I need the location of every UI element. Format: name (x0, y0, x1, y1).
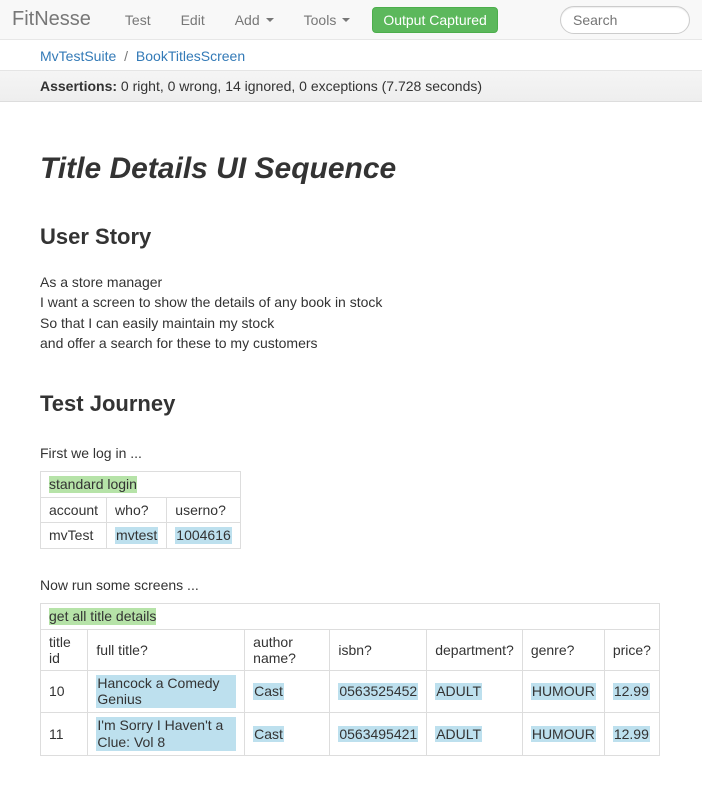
story-line: So that I can easily maintain my stock (40, 315, 274, 331)
col-header: title id (41, 629, 88, 670)
result-value: Cast (253, 726, 284, 743)
result-value: 0563495421 (338, 726, 418, 743)
col-header: userno? (167, 497, 241, 522)
assertions-text: 0 right, 0 wrong, 14 ignored, 0 exceptio… (121, 78, 482, 94)
nav-test[interactable]: Test (111, 2, 165, 38)
cell-userno: 1004616 (167, 522, 241, 548)
result-value: 0563525452 (338, 683, 418, 700)
fixture-cell: standard login (41, 472, 241, 498)
breadcrumb: MvTestSuite / BookTitlesScreen (0, 40, 702, 70)
col-header: author name? (245, 629, 330, 670)
result-value: 12.99 (613, 683, 650, 700)
nav-label: Test (125, 12, 151, 28)
top-navbar: FitNesse Test Edit Add Tools Output Capt… (0, 0, 702, 40)
result-value: ADULT (435, 726, 482, 743)
result-value: I'm Sorry I Haven't a Clue: Vol 8 (96, 717, 236, 751)
col-header: price? (604, 629, 659, 670)
assertions-label: Assertions: (40, 78, 117, 94)
result-value: Cast (253, 683, 284, 700)
cell-author: Cast (245, 713, 330, 756)
user-story-heading: User Story (40, 224, 662, 250)
col-header: department? (427, 629, 523, 670)
search-wrap (560, 6, 690, 34)
cell-id: 11 (41, 713, 88, 756)
search-input[interactable] (560, 6, 690, 34)
cell-account: mvTest (41, 522, 107, 548)
breadcrumb-separator: / (124, 48, 128, 64)
nav-edit[interactable]: Edit (167, 2, 219, 38)
result-value: ADULT (435, 683, 482, 700)
login-intro: First we log in ... (40, 445, 662, 461)
cell-author: Cast (245, 670, 330, 713)
story-line: I want a screen to show the details of a… (40, 294, 382, 310)
result-value: Hancock a Comedy Genius (96, 675, 236, 709)
table-row: mvTest mvtest 1004616 (41, 522, 241, 548)
result-value: 12.99 (613, 726, 650, 743)
fixture-name: get all title details (49, 608, 156, 625)
assertions-bar: Assertions: 0 right, 0 wrong, 14 ignored… (0, 70, 702, 102)
page-content: Title Details UI Sequence User Story As … (0, 102, 702, 796)
cell-who: mvtest (107, 522, 167, 548)
col-header: isbn? (330, 629, 427, 670)
nav-label: Edit (181, 12, 205, 28)
story-line: and offer a search for these to my custo… (40, 335, 318, 351)
cell-title: I'm Sorry I Haven't a Clue: Vol 8 (88, 713, 245, 756)
story-line: As a store manager (40, 274, 162, 290)
output-captured-button[interactable]: Output Captured (372, 7, 498, 33)
result-value: mvtest (115, 527, 158, 544)
col-header: who? (107, 497, 167, 522)
nav-add[interactable]: Add (221, 2, 288, 38)
cell-isbn: 0563525452 (330, 670, 427, 713)
nav-label: Tools (304, 12, 337, 28)
test-journey-heading: Test Journey (40, 391, 662, 417)
cell-id: 10 (41, 670, 88, 713)
cell-price: 12.99 (604, 670, 659, 713)
result-value: HUMOUR (531, 683, 596, 700)
cell-title: Hancock a Comedy Genius (88, 670, 245, 713)
login-table: standard login account who? userno? mvTe… (40, 471, 241, 549)
chevron-down-icon (266, 18, 274, 22)
col-header: full title? (88, 629, 245, 670)
brand[interactable]: FitNesse (12, 8, 103, 31)
col-header: account (41, 497, 107, 522)
table-row: standard login (41, 472, 241, 498)
fixture-cell: get all title details (41, 603, 660, 629)
chevron-down-icon (342, 18, 350, 22)
table-row: 11 I'm Sorry I Haven't a Clue: Vol 8 Cas… (41, 713, 660, 756)
table-row: account who? userno? (41, 497, 241, 522)
page-title: Title Details UI Sequence (40, 152, 662, 186)
nav-tools[interactable]: Tools (290, 2, 365, 38)
titles-table: get all title details title id full titl… (40, 603, 660, 756)
breadcrumb-current[interactable]: BookTitlesScreen (136, 48, 245, 64)
fixture-name: standard login (49, 476, 137, 493)
breadcrumb-parent[interactable]: MvTestSuite (40, 48, 116, 64)
table-row: title id full title? author name? isbn? … (41, 629, 660, 670)
nav-label: Add (235, 12, 260, 28)
cell-genre: HUMOUR (522, 670, 604, 713)
screens-intro: Now run some screens ... (40, 577, 662, 593)
table-row: get all title details (41, 603, 660, 629)
cell-price: 12.99 (604, 713, 659, 756)
user-story-body: As a store manager I want a screen to sh… (40, 272, 662, 353)
result-value: 1004616 (175, 527, 232, 544)
cell-dept: ADULT (427, 670, 523, 713)
cell-isbn: 0563495421 (330, 713, 427, 756)
cell-genre: HUMOUR (522, 713, 604, 756)
result-value: HUMOUR (531, 726, 596, 743)
cell-dept: ADULT (427, 713, 523, 756)
col-header: genre? (522, 629, 604, 670)
table-row: 10 Hancock a Comedy Genius Cast 05635254… (41, 670, 660, 713)
